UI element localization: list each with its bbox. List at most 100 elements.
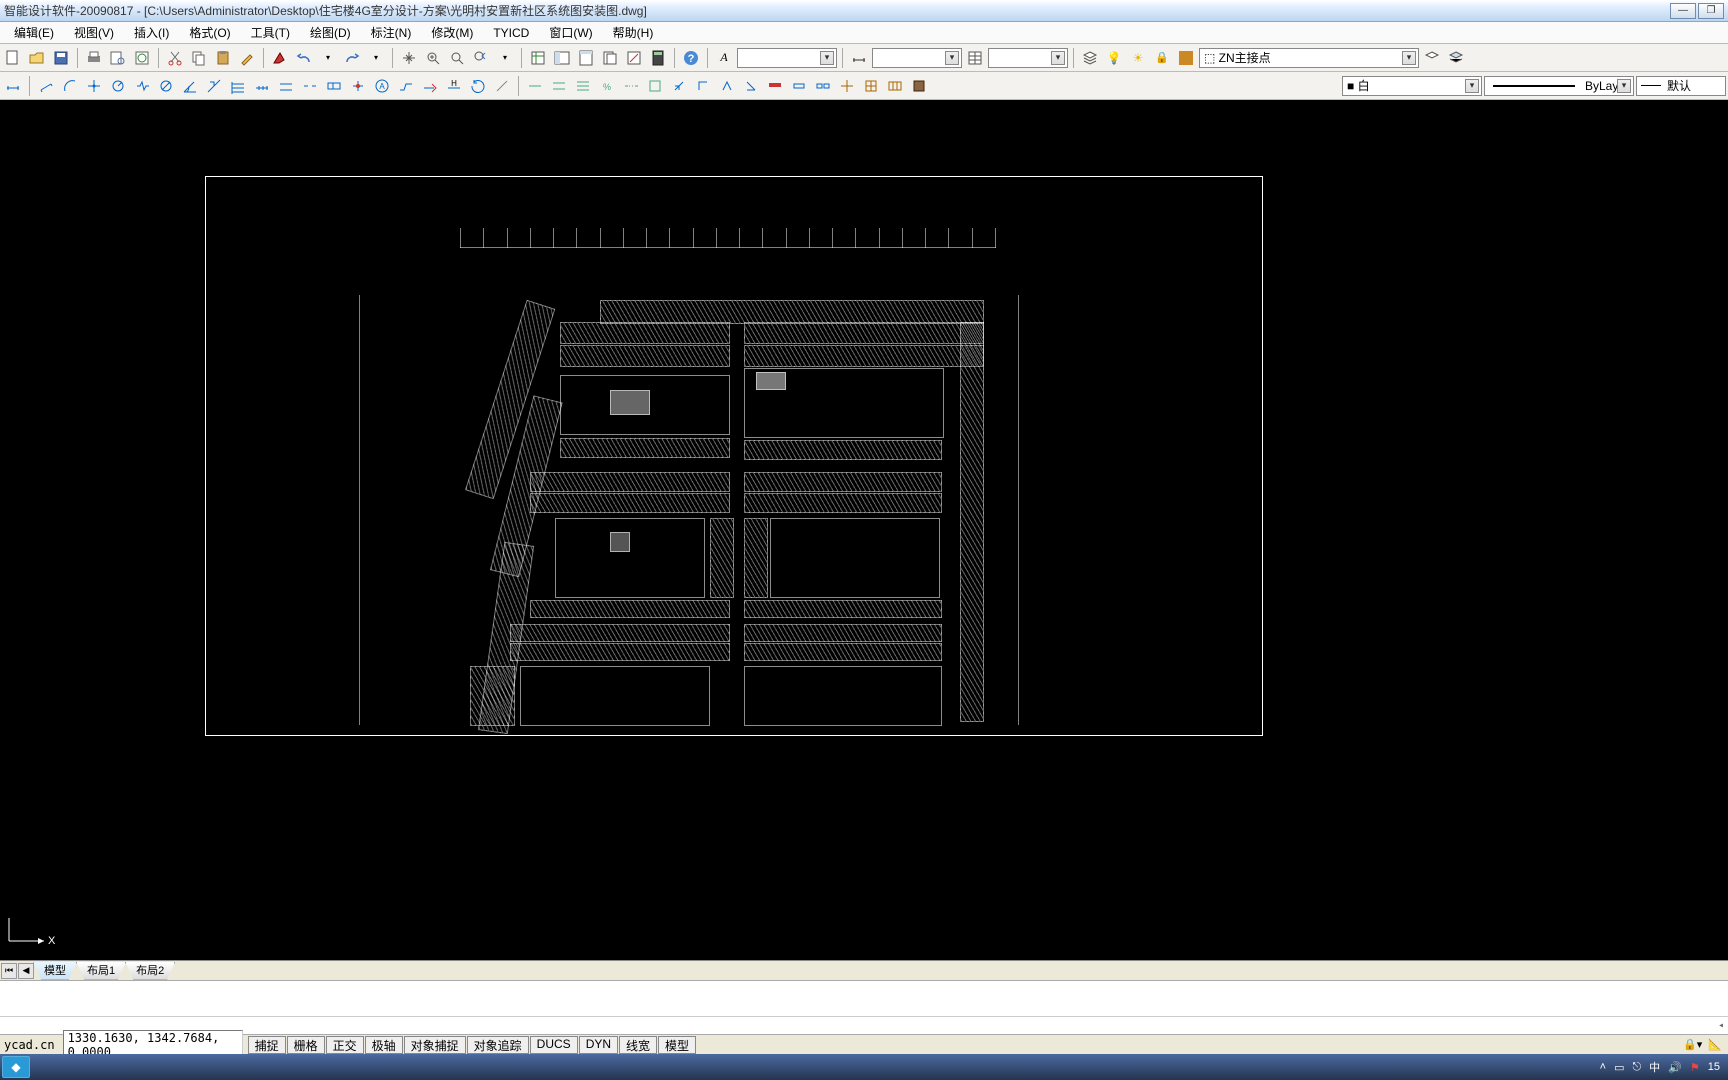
annoscale-icon[interactable]: 📐 bbox=[1708, 1038, 1722, 1051]
toggle-polar[interactable]: 极轴 bbox=[365, 1036, 403, 1054]
save-icon[interactable] bbox=[50, 47, 72, 69]
taskbar-app-icon[interactable]: ◆ bbox=[2, 1056, 30, 1078]
layer-combo[interactable]: ⬚ ZN主接点 bbox=[1199, 48, 1419, 68]
menu-tools[interactable]: 工具(T) bbox=[241, 22, 300, 43]
layer-tool14-icon[interactable] bbox=[836, 75, 858, 97]
dim-linear-icon[interactable] bbox=[2, 75, 24, 97]
paste-icon[interactable] bbox=[212, 47, 234, 69]
tablestyle-combo[interactable] bbox=[988, 48, 1068, 68]
tool-palette-icon[interactable] bbox=[575, 47, 597, 69]
layer-tool6-icon[interactable] bbox=[644, 75, 666, 97]
dim-jogged-icon[interactable] bbox=[131, 75, 153, 97]
layer-tool10-icon[interactable] bbox=[740, 75, 762, 97]
layer-freeze-icon[interactable]: ☀ bbox=[1127, 47, 1149, 69]
tab-model[interactable]: 模型 bbox=[33, 962, 77, 980]
tablestyle-icon[interactable] bbox=[964, 47, 986, 69]
command-window[interactable]: ◂ bbox=[0, 980, 1728, 1034]
layer-tool9-icon[interactable] bbox=[716, 75, 738, 97]
menu-tyicd[interactable]: TYICD bbox=[483, 24, 539, 42]
menu-insert[interactable]: 插入(I) bbox=[124, 22, 179, 43]
dim-tedit-icon[interactable]: H bbox=[443, 75, 465, 97]
cut-icon[interactable] bbox=[164, 47, 186, 69]
publish-icon[interactable] bbox=[131, 47, 153, 69]
layer-tool3-icon[interactable] bbox=[572, 75, 594, 97]
tab-nav-first[interactable]: ⏮ bbox=[1, 963, 17, 979]
layer-tool11-icon[interactable] bbox=[764, 75, 786, 97]
dim-radius-icon[interactable] bbox=[107, 75, 129, 97]
menu-edit[interactable]: 编辑(E) bbox=[4, 22, 64, 43]
menu-window[interactable]: 窗口(W) bbox=[539, 22, 602, 43]
tray-clock[interactable]: 15 bbox=[1708, 1061, 1720, 1073]
markup-icon[interactable] bbox=[623, 47, 645, 69]
layer-previous-icon[interactable] bbox=[1421, 47, 1443, 69]
color-combo[interactable]: ■ 白 bbox=[1342, 76, 1482, 96]
calc-icon[interactable] bbox=[647, 47, 669, 69]
menu-help[interactable]: 帮助(H) bbox=[603, 22, 664, 43]
toggle-osnap[interactable]: 对象捕捉 bbox=[404, 1036, 466, 1054]
layer-tool1-icon[interactable] bbox=[524, 75, 546, 97]
toggle-model[interactable]: 模型 bbox=[658, 1036, 696, 1054]
tray-battery-icon[interactable]: ▭ bbox=[1614, 1061, 1624, 1074]
undo-icon[interactable] bbox=[293, 47, 315, 69]
dim-space-icon[interactable] bbox=[275, 75, 297, 97]
dim-continue-icon[interactable] bbox=[251, 75, 273, 97]
toggle-otrack[interactable]: 对象追踪 bbox=[467, 1036, 529, 1054]
dim-quick-icon[interactable] bbox=[203, 75, 225, 97]
lineweight-combo[interactable]: 默认 bbox=[1636, 76, 1726, 96]
tolerance-icon[interactable] bbox=[323, 75, 345, 97]
toggle-ducs[interactable]: DUCS bbox=[530, 1036, 578, 1054]
minimize-button[interactable]: — bbox=[1670, 3, 1696, 19]
dimstyle-combo[interactable] bbox=[872, 48, 962, 68]
tray-chevron-icon[interactable]: ˄ bbox=[1600, 1061, 1606, 1073]
properties-icon[interactable] bbox=[527, 47, 549, 69]
layer-lock-icon[interactable]: 🔒 bbox=[1151, 47, 1173, 69]
copy-icon[interactable] bbox=[188, 47, 210, 69]
layer-tool12-icon[interactable] bbox=[788, 75, 810, 97]
print-preview-icon[interactable] bbox=[107, 47, 129, 69]
toggle-grid[interactable]: 栅格 bbox=[287, 1036, 325, 1054]
dim-arc-icon[interactable] bbox=[59, 75, 81, 97]
tray-wifi-icon[interactable]: ⎋ bbox=[1632, 1061, 1641, 1074]
menu-dimension[interactable]: 标注(N) bbox=[361, 22, 422, 43]
dim-aligned-icon[interactable] bbox=[35, 75, 57, 97]
dim-update-icon[interactable] bbox=[467, 75, 489, 97]
redo-dropdown-icon[interactable]: ▾ bbox=[365, 47, 387, 69]
dim-edit-icon[interactable] bbox=[419, 75, 441, 97]
dim-diameter-icon[interactable] bbox=[155, 75, 177, 97]
layer-tool17-icon[interactable] bbox=[908, 75, 930, 97]
pan-icon[interactable] bbox=[398, 47, 420, 69]
layer-tool4-icon[interactable]: % bbox=[596, 75, 618, 97]
new-icon[interactable] bbox=[2, 47, 24, 69]
toggle-ortho[interactable]: 正交 bbox=[326, 1036, 364, 1054]
scroll-left-icon[interactable]: ◂ bbox=[1718, 1020, 1724, 1031]
tray-volume-icon[interactable]: 🔊 bbox=[1668, 1061, 1682, 1074]
menu-modify[interactable]: 修改(M) bbox=[421, 22, 483, 43]
sheet-set-icon[interactable] bbox=[599, 47, 621, 69]
tab-nav-prev[interactable]: ◀ bbox=[18, 963, 34, 979]
help-icon[interactable]: ? bbox=[680, 47, 702, 69]
restore-button[interactable]: ❐ bbox=[1698, 3, 1724, 19]
tray-flag-icon[interactable]: ⚑ bbox=[1690, 1061, 1700, 1074]
dim-break-icon[interactable] bbox=[299, 75, 321, 97]
layer-states-icon[interactable] bbox=[1445, 47, 1467, 69]
menu-draw[interactable]: 绘图(D) bbox=[300, 22, 361, 43]
print-icon[interactable] bbox=[83, 47, 105, 69]
toggle-lwt[interactable]: 线宽 bbox=[619, 1036, 657, 1054]
center-mark-icon[interactable] bbox=[347, 75, 369, 97]
layer-manager-icon[interactable] bbox=[1079, 47, 1101, 69]
linetype-combo[interactable]: ByLayer bbox=[1484, 76, 1634, 96]
layer-tool13-icon[interactable] bbox=[812, 75, 834, 97]
layer-tool2-icon[interactable] bbox=[548, 75, 570, 97]
dimstyle-icon[interactable] bbox=[848, 47, 870, 69]
layer-tool5-icon[interactable] bbox=[620, 75, 642, 97]
inspect-icon[interactable]: A bbox=[371, 75, 393, 97]
textstyle-combo[interactable] bbox=[737, 48, 837, 68]
design-center-icon[interactable] bbox=[551, 47, 573, 69]
layer-color-icon[interactable] bbox=[1175, 47, 1197, 69]
dim-baseline-icon[interactable] bbox=[227, 75, 249, 97]
layer-tool7-icon[interactable] bbox=[668, 75, 690, 97]
jogged-linear-icon[interactable] bbox=[395, 75, 417, 97]
layer-bulb-icon[interactable]: 💡 bbox=[1103, 47, 1125, 69]
open-icon[interactable] bbox=[26, 47, 48, 69]
dim-angular-icon[interactable] bbox=[179, 75, 201, 97]
